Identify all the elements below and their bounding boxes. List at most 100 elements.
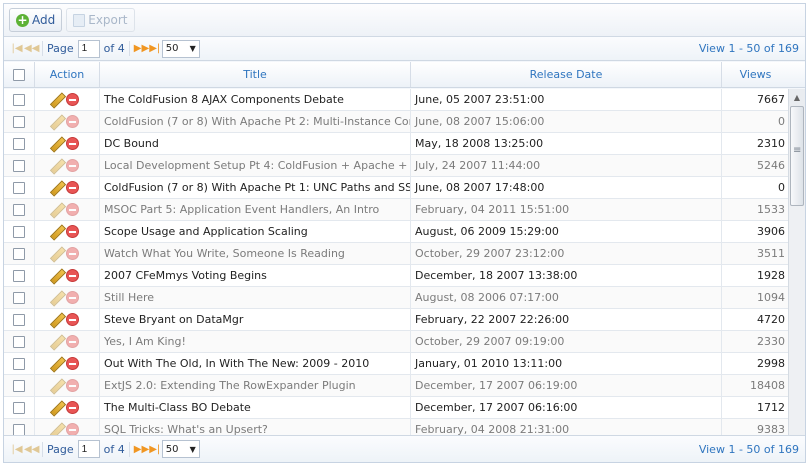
select-all-checkbox[interactable] [13, 68, 25, 81]
edit-icon[interactable] [49, 401, 63, 415]
release-date-cell: January, 01 2010 13:11:00 [411, 353, 722, 374]
row-checkbox[interactable] [13, 335, 25, 348]
delete-icon[interactable] [66, 357, 79, 370]
column-header-action[interactable]: Action [35, 62, 100, 87]
delete-icon[interactable] [66, 203, 79, 216]
prev-page-icon[interactable]: ◀◀ [24, 444, 39, 455]
table-row[interactable]: Local Development Setup Pt 4: ColdFusion… [4, 155, 789, 177]
delete-icon[interactable] [66, 225, 79, 238]
edit-icon[interactable] [49, 115, 63, 129]
export-button[interactable]: Export [66, 8, 135, 32]
table-row[interactable]: ColdFusion (7 or 8) With Apache Pt 1: UN… [4, 177, 789, 199]
row-checkbox[interactable] [13, 159, 25, 172]
first-page-icon[interactable]: |◀ [10, 444, 24, 455]
views-cell: 2998 [757, 357, 785, 370]
first-page-icon[interactable]: |◀ [10, 43, 24, 54]
edit-icon[interactable] [49, 269, 63, 283]
scrollbar-thumb[interactable] [790, 106, 804, 206]
delete-icon[interactable] [66, 181, 79, 194]
table-row[interactable]: Watch What You Write, Someone Is Reading… [4, 243, 789, 265]
page-number-input[interactable] [77, 39, 100, 58]
delete-icon[interactable] [66, 137, 79, 150]
edit-icon[interactable] [49, 159, 63, 173]
column-header-title[interactable]: Title [100, 62, 411, 87]
last-page-icon[interactable]: ▶| [148, 444, 162, 455]
delete-icon[interactable] [66, 423, 79, 435]
edit-icon[interactable] [49, 379, 63, 393]
delete-icon[interactable] [66, 401, 79, 414]
edit-icon[interactable] [49, 423, 63, 436]
release-date-cell: June, 08 2007 17:48:00 [411, 177, 722, 198]
delete-icon[interactable] [66, 247, 79, 260]
table-row[interactable]: ExtJS 2.0: Extending The RowExpander Plu… [4, 375, 789, 397]
table-row[interactable]: Out With The Old, In With The New: 2009 … [4, 353, 789, 375]
delete-icon[interactable] [66, 159, 79, 172]
table-row[interactable]: Yes, I Am King! October, 29 2007 09:19:00… [4, 331, 789, 353]
row-checkbox[interactable] [13, 181, 25, 194]
row-checkbox[interactable] [13, 401, 25, 414]
table-row[interactable]: The Multi-Class BO Debate December, 17 20… [4, 397, 789, 419]
delete-icon[interactable] [66, 269, 79, 282]
delete-icon[interactable] [66, 313, 79, 326]
row-checkbox[interactable] [13, 357, 25, 370]
views-cell: 2330 [757, 335, 785, 348]
column-header-views[interactable]: Views [722, 62, 789, 87]
row-checkbox-cell [4, 419, 35, 435]
page-size-select[interactable]: 50 ▼ [161, 440, 200, 458]
views-cell: 7667 [757, 93, 785, 106]
delete-icon[interactable] [66, 335, 79, 348]
table-row[interactable]: Still Here August, 08 2006 07:17:00 1094 [4, 287, 789, 309]
column-header-release-date[interactable]: Release Date [411, 62, 722, 87]
row-checkbox[interactable] [13, 203, 25, 216]
prev-page-icon[interactable]: ◀◀ [24, 43, 39, 54]
next-page-icon[interactable]: ▶▶ [134, 444, 149, 455]
row-checkbox[interactable] [13, 313, 25, 326]
next-page-icon[interactable]: ▶▶ [134, 43, 149, 54]
scroll-up-icon[interactable]: ▲ [789, 89, 805, 106]
table-row[interactable]: DC Bound May, 18 2008 13:25:00 2310 [4, 133, 789, 155]
row-actions [35, 177, 100, 198]
edit-icon[interactable] [49, 203, 63, 217]
table-row[interactable]: SQL Tricks: What's an Upsert? February, 0… [4, 419, 789, 435]
table-row[interactable]: ColdFusion (7 or 8) With Apache Pt 2: Mu… [4, 111, 789, 133]
edit-icon[interactable] [49, 137, 63, 151]
table-row[interactable]: 2007 CFeMmys Voting Begins December, 18 2… [4, 265, 789, 287]
page-size-value: 50 [165, 443, 179, 455]
edit-icon[interactable] [49, 335, 63, 349]
row-checkbox[interactable] [13, 291, 25, 304]
table-row[interactable]: MSOC Part 5: Application Event Handlers,… [4, 199, 789, 221]
add-button[interactable]: + Add [9, 8, 63, 32]
row-checkbox[interactable] [13, 225, 25, 238]
row-checkbox[interactable] [13, 137, 25, 150]
vertical-scrollbar[interactable]: ▲ [788, 89, 805, 435]
table-row[interactable]: The ColdFusion 8 AJAX Components Debate J… [4, 89, 789, 111]
row-actions [35, 155, 100, 176]
delete-icon[interactable] [66, 379, 79, 392]
delete-icon[interactable] [66, 93, 79, 106]
pager-status: View 1 - 50 of 169 [698, 42, 799, 55]
row-checkbox[interactable] [13, 115, 25, 128]
row-checkbox[interactable] [13, 269, 25, 282]
table-row[interactable]: Steve Bryant on DataMgr February, 22 2007… [4, 309, 789, 331]
edit-icon[interactable] [49, 93, 63, 107]
edit-icon[interactable] [49, 247, 63, 261]
edit-icon[interactable] [49, 313, 63, 327]
title-cell: 2007 CFeMmys Voting Begins [100, 265, 411, 286]
page-number-input[interactable] [77, 440, 100, 458]
edit-icon[interactable] [49, 181, 63, 195]
row-checkbox[interactable] [13, 93, 25, 106]
edit-icon[interactable] [49, 225, 63, 239]
page-size-select[interactable]: 50 ▼ [161, 39, 200, 58]
delete-icon[interactable] [66, 291, 79, 304]
row-checkbox[interactable] [13, 247, 25, 260]
delete-icon[interactable] [66, 115, 79, 128]
page-total-label: of 4 [103, 42, 125, 55]
last-page-icon[interactable]: ▶| [148, 43, 162, 54]
edit-icon[interactable] [49, 357, 63, 371]
row-checkbox[interactable] [13, 379, 25, 392]
row-checkbox[interactable] [13, 423, 25, 435]
row-actions [35, 89, 100, 110]
table-row[interactable]: Scope Usage and Application Scaling Augus… [4, 221, 789, 243]
edit-icon[interactable] [49, 291, 63, 305]
views-cell: 0 [778, 181, 785, 194]
